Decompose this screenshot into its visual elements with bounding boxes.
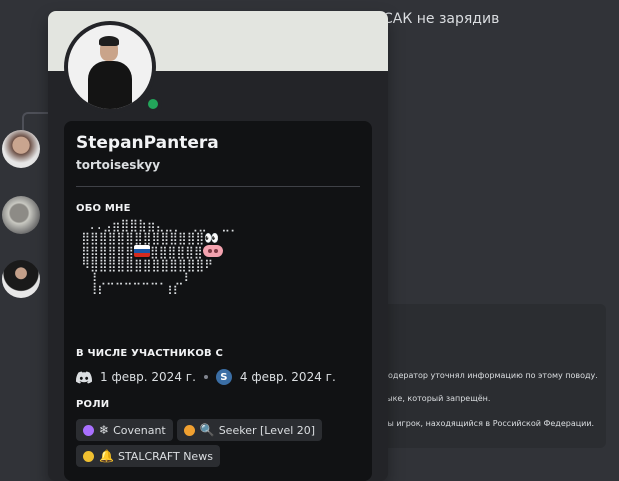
user-avatar[interactable] [2, 196, 40, 234]
role-name: Seeker [Level 20] [218, 423, 316, 437]
user-avatar[interactable] [2, 260, 40, 298]
member-since-heading: В ЧИСЛЕ УЧАСТНИКОВ С [76, 348, 224, 359]
roles-heading: РОЛИ [76, 399, 110, 410]
role-color-dot [183, 424, 195, 436]
role-chip[interactable]: 🔍 Seeker [Level 20] [176, 419, 323, 441]
chat-message-text: САК не зарядив [383, 11, 500, 27]
reply-thread-line [22, 112, 50, 132]
embed-text-line: модератор уточнял информацию по этому по… [382, 371, 598, 380]
bell-icon: 🔔 [99, 449, 114, 463]
role-name: STALCRAFT News [117, 449, 213, 463]
server-join-date: 4 февр. 2024 г. [239, 370, 336, 384]
profile-body: StepanPantera tortoiseskyy ОБО МНЕ ..⣠⣶⣿… [64, 121, 372, 481]
role-chip[interactable]: 🔔 STALCRAFT News [76, 445, 220, 467]
magnifier-icon: 🔍 [199, 423, 215, 437]
about-me-ascii-art: ..⣠⣶⣿⣿⣷⣶⣄⣀⡀ ⢀⣀ ⣀⡀ ⣿⣿⣿⣿⣿⣿⣿⣿⣿⣿⣿⣿⣿⣿👀 ⣿⣿⣿⣿⣿⣿… [81, 218, 239, 298]
embed-text-line: Вы игрок, находящийся в Российской Федер… [382, 419, 595, 428]
about-me-heading: ОБО МНЕ [76, 203, 131, 214]
user-avatar[interactable] [2, 130, 40, 168]
roles-list: ❄ Covenant 🔍 Seeker [Level 20] 🔔 STALCRA… [76, 419, 366, 467]
profile-avatar[interactable] [64, 21, 162, 113]
avatar-image [68, 25, 152, 109]
separator-dot [203, 375, 208, 379]
role-chip[interactable]: ❄ Covenant [76, 419, 173, 441]
divider [76, 186, 360, 187]
username[interactable]: tortoiseskyy [76, 158, 160, 172]
embed-text-line: зыке, который запрещён. [382, 394, 491, 403]
snowflake-icon: ❄ [99, 423, 110, 437]
role-name: Covenant [113, 423, 166, 437]
server-icon: S [215, 369, 232, 385]
discord-join-date: 1 февр. 2024 г. [100, 370, 196, 384]
user-profile-popout: StepanPantera tortoiseskyy ОБО МНЕ ..⣠⣶⣿… [48, 11, 388, 481]
role-color-dot [83, 424, 94, 436]
display-name: StepanPantera [76, 133, 219, 153]
online-status-icon [144, 95, 162, 113]
member-since-row: 1 февр. 2024 г. S 4 февр. 2024 г. [76, 369, 336, 385]
role-color-dot [83, 450, 94, 462]
discord-logo-icon [76, 371, 92, 383]
